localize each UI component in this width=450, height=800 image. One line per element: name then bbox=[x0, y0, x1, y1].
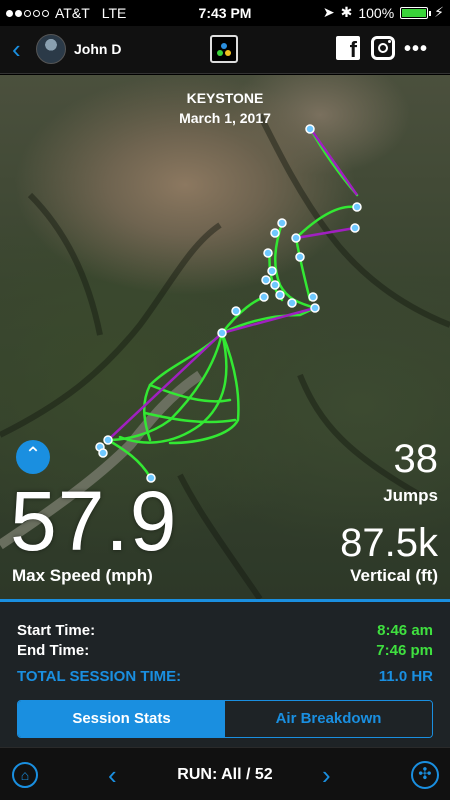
run-selector[interactable]: RUN: All / 52 bbox=[0, 766, 450, 784]
instagram-icon[interactable] bbox=[371, 36, 395, 60]
location-icon: ➤ bbox=[322, 4, 335, 20]
battery-level bbox=[402, 8, 427, 17]
charging-icon: ⚡ bbox=[434, 4, 444, 20]
tab-air-breakdown[interactable]: Air Breakdown bbox=[225, 701, 432, 737]
battery-percent: 100% bbox=[358, 4, 395, 21]
total-time-value: 11.0 HR bbox=[378, 668, 433, 685]
app-logo-icon[interactable] bbox=[210, 35, 238, 63]
compass-icon[interactable]: ✣ bbox=[411, 761, 439, 789]
next-run-icon[interactable]: › bbox=[322, 760, 331, 791]
tab-session-stats[interactable]: Session Stats bbox=[18, 701, 225, 737]
bottom-bar: ⌂ ‹ RUN: All / 52 › ✣ bbox=[0, 747, 450, 800]
session-map[interactable]: KEYSTONE March 1, 2017 ⌃ 57.9 Max Speed … bbox=[0, 75, 450, 599]
ski-runs bbox=[106, 126, 359, 479]
user-name[interactable]: John D bbox=[74, 41, 121, 57]
facebook-icon[interactable]: f bbox=[336, 36, 360, 62]
jumps-label: Jumps bbox=[383, 486, 438, 505]
end-time-row: End Time: 7:46 pm bbox=[17, 642, 433, 659]
status-bar: AT&T LTE 7:43 PM ➤ ✱ 100% ⚡ bbox=[0, 0, 450, 26]
start-time-value: 8:46 am bbox=[377, 622, 433, 639]
total-time-label: TOTAL SESSION TIME: bbox=[17, 668, 182, 685]
vertical-value: 87.5k bbox=[340, 521, 438, 565]
more-icon[interactable]: ••• bbox=[404, 38, 428, 61]
session-stats-panel: Start Time: 8:46 am End Time: 7:46 pm TO… bbox=[0, 599, 450, 747]
end-time-value: 7:46 pm bbox=[376, 642, 433, 659]
battery-icon bbox=[400, 6, 432, 19]
avatar[interactable] bbox=[36, 34, 66, 64]
stats-tab-control: Session Stats Air Breakdown bbox=[17, 700, 433, 738]
nav-bar: ‹ John D f ••• bbox=[0, 26, 450, 74]
vertical-label: Vertical (ft) bbox=[350, 566, 438, 585]
max-speed-value: 57.9 bbox=[10, 474, 178, 568]
chevrons-up-icon[interactable]: ⌃ bbox=[16, 440, 50, 474]
start-time-row: Start Time: 8:46 am bbox=[17, 622, 433, 639]
total-time-row: TOTAL SESSION TIME: 11.0 HR bbox=[17, 668, 433, 685]
ski-lifts bbox=[107, 127, 359, 441]
session-date: March 1, 2017 bbox=[179, 110, 271, 126]
resort-name: KEYSTONE bbox=[186, 90, 264, 106]
jumps-value: 38 bbox=[393, 437, 439, 481]
bluetooth-icon: ✱ bbox=[340, 4, 353, 20]
start-time-label: Start Time: bbox=[17, 622, 96, 639]
max-speed-label: Max Speed (mph) bbox=[12, 566, 153, 585]
end-time-label: End Time: bbox=[17, 642, 90, 659]
status-right: ➤ ✱ 100% ⚡ bbox=[323, 4, 444, 21]
back-icon[interactable]: ‹ bbox=[12, 36, 21, 62]
